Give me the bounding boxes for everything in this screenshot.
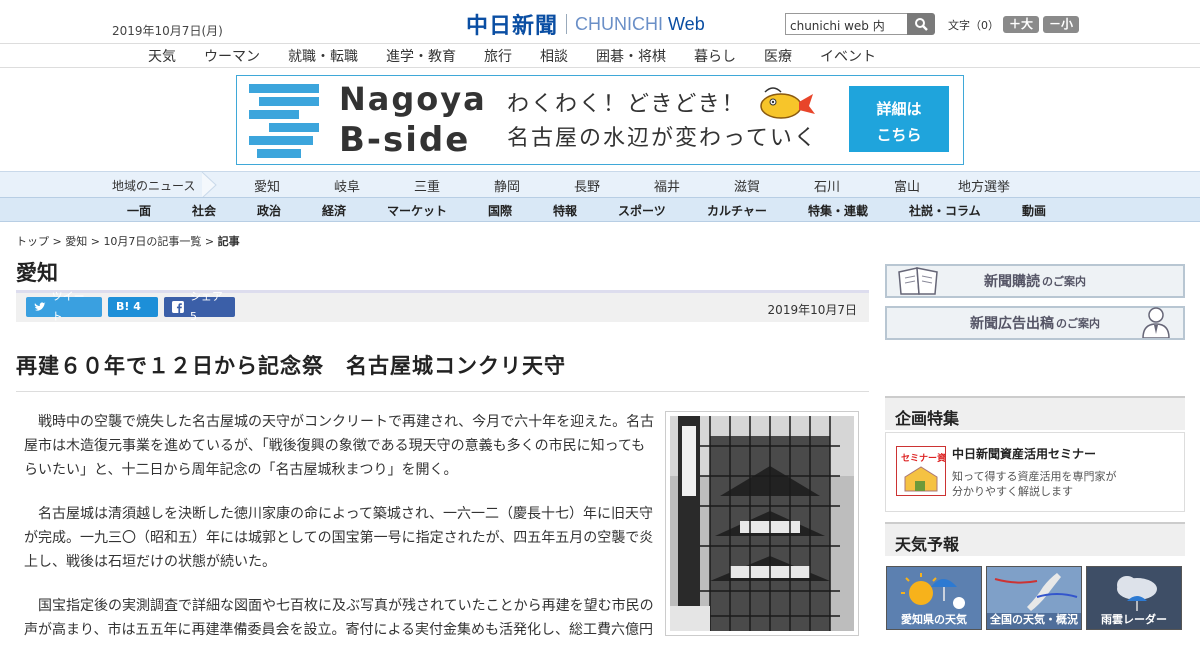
genre-item[interactable]: マーケット [387,202,447,219]
catnav-item[interactable]: 進学・教育 [386,46,456,66]
tweet-button[interactable]: ツイート [26,290,102,323]
genre-nav: 一面 社会 政治 経済 マーケット 国際 特報 スポーツ カルチャー 特集・連載… [0,197,1200,222]
weather-section-title: 天気予報 [885,522,1185,556]
site-search: chunichi web 内 [785,13,935,35]
seminar-icon: セミナー資産活用 [896,446,973,496]
font-size-label: 文字（0） [948,18,999,32]
genre-item[interactable]: 経済 [322,202,346,219]
catnav-item[interactable]: 天気 [148,46,176,66]
region-item[interactable]: 地方選挙 [958,176,1010,195]
article-date: 2019年10月7日 [767,303,857,317]
genre-item[interactable]: 一面 [127,202,151,219]
catnav-item[interactable]: 就職・転職 [288,46,358,66]
banner-details-button[interactable]: 詳細は こちら [849,86,949,152]
font-size-control: 文字（0） ＋大 －小 [948,16,1080,33]
header-date: 2019年10月7日(月) [112,24,223,38]
kikaku-headline[interactable]: 中日新聞資産活用セミナー [952,445,1096,462]
genre-item[interactable]: カルチャー [707,202,767,219]
region-label: 地域のニュース [112,179,196,193]
genre-item[interactable]: 国際 [488,202,512,219]
share-bar: ツイート B! 4 シェア 5 2019年10月7日 [16,290,869,323]
svg-text:セミナー資産活用: セミナー資産活用 [901,452,945,464]
genre-item[interactable]: 社会 [192,202,216,219]
twitter-bird-icon [34,301,46,311]
title-divider [16,391,869,392]
article-paragraph: 国宝指定後の実測調査で詳細な図面や七百枚に及ぶ写真が残されていたことから再建を望… [24,598,654,638]
newspaper-subscription-button[interactable]: 新聞購読 のご案内 [885,264,1185,298]
hatena-bookmark-button[interactable]: B! 4 [108,297,158,317]
logo-jp: 中日新聞 [466,13,559,39]
genre-item[interactable]: スポーツ [618,202,666,219]
article-paragraph: 名古屋城は清須越しを決断した徳川家康の命によって築城され、一六一二（慶長十七）年… [24,506,654,570]
kikaku-section-title: 企画特集 [885,396,1185,430]
article-photo[interactable] [665,411,859,636]
sun-umbrella-icon [901,573,965,609]
businessman-icon [1142,307,1170,338]
newspaper-icon [898,267,938,295]
region-item[interactable]: 長野 [574,176,600,195]
genre-item[interactable]: 社説・コラム [909,202,981,219]
breadcrumb-link[interactable]: トップ [16,235,49,248]
logo-divider [566,14,568,34]
weather-map-icon [987,567,1081,613]
breadcrumb-current: 記事 [217,235,240,248]
region-item[interactable]: 富山 [894,176,920,195]
facebook-share-button[interactable]: シェア 5 [164,290,235,323]
search-icon [915,18,928,31]
catnav-item[interactable]: 旅行 [484,46,512,66]
castle-scaffolding-photo [670,416,854,631]
search-button[interactable] [907,13,935,35]
region-item[interactable]: 岐阜 [334,176,360,195]
search-input[interactable]: chunichi web 内 [785,13,907,35]
banner-logo-graphic [249,84,321,158]
catnav-item[interactable]: 暮らし [694,46,736,66]
fried-shrimp-mascot-icon [760,87,815,119]
catnav-item[interactable]: ウーマン [204,46,260,66]
facebook-icon [172,301,184,313]
breadcrumb-link[interactable]: 10月7日の記事一覧 [103,235,201,248]
catnav-item[interactable]: 医療 [764,46,792,66]
page-title: 愛知 [16,261,58,285]
article-body: 戦時中の空襲で焼失した名古屋城の天守がコンクリートで再建され、今月で六十年を迎え… [24,410,656,662]
kikaku-description: 知って得する資産活用を専門家が 分かりやすく解説します [952,470,1117,498]
region-item[interactable]: 愛知 [254,176,280,195]
catnav-item[interactable]: 囲碁・将棋 [596,46,666,66]
rain-radar-tile[interactable]: 雨雲レーダー [1086,566,1182,630]
region-item[interactable]: 石川 [814,176,840,195]
catnav-item[interactable]: イベント [820,46,876,66]
ad-banner[interactable]: Nagoya B-side わくわく！どきどき！ 名古屋の水辺が変わっていく 詳… [236,75,964,165]
genre-item[interactable]: 政治 [257,202,281,219]
article-paragraph: 戦時中の空襲で焼失した名古屋城の天守がコンクリートで再建され、今月で六十年を迎え… [24,414,655,478]
kikaku-feature-item[interactable]: セミナー資産活用 中日新聞資産活用セミナー 知って得する資産活用を専門家が 分か… [885,432,1185,512]
font-small-button[interactable]: －小 [1043,16,1080,33]
genre-item[interactable]: 動画 [1022,202,1046,219]
article-title: 再建６０年で１２日から記念祭 名古屋城コンクリ天守 [16,354,566,378]
breadcrumb-link[interactable]: 愛知 [65,235,87,248]
top-header: 2019年10月7日(月) 中日新聞 CHUNICHI Web chunichi… [0,0,1200,43]
weather-national-tile[interactable]: 全国の天気・概況 [986,566,1082,630]
genre-item[interactable]: 特報 [553,202,577,219]
site-logo[interactable]: 中日新聞 CHUNICHI Web [466,8,705,40]
logo-en: CHUNICHI Web [575,13,705,34]
region-item[interactable]: 静岡 [494,176,520,195]
chevron-right-icon [201,172,217,198]
newspaper-ad-button[interactable]: 新聞広告出稿 のご案内 [885,306,1185,340]
region-nav: 地域のニュース 愛知 岐阜 三重 静岡 長野 福井 滋賀 石川 富山 地方選挙 [0,171,1200,198]
weather-aichi-tile[interactable]: 愛知県の天気 [886,566,982,630]
font-large-button[interactable]: ＋大 [1003,16,1040,33]
banner-name: Nagoya B-side [339,80,487,160]
region-item[interactable]: 福井 [654,176,680,195]
region-item[interactable]: 滋賀 [734,176,760,195]
category-nav: 天気 ウーマン 就職・転職 進学・教育 旅行 相談 囲碁・将棋 暮らし 医療 イ… [0,43,1200,68]
genre-item[interactable]: 特集・連載 [808,202,868,219]
cloud-umbrella-icon [1117,576,1157,611]
catnav-item[interactable]: 相談 [540,46,568,66]
region-item[interactable]: 三重 [414,176,440,195]
breadcrumb: トップ > 愛知 > 10月7日の記事一覧 > 記事 [16,235,240,248]
